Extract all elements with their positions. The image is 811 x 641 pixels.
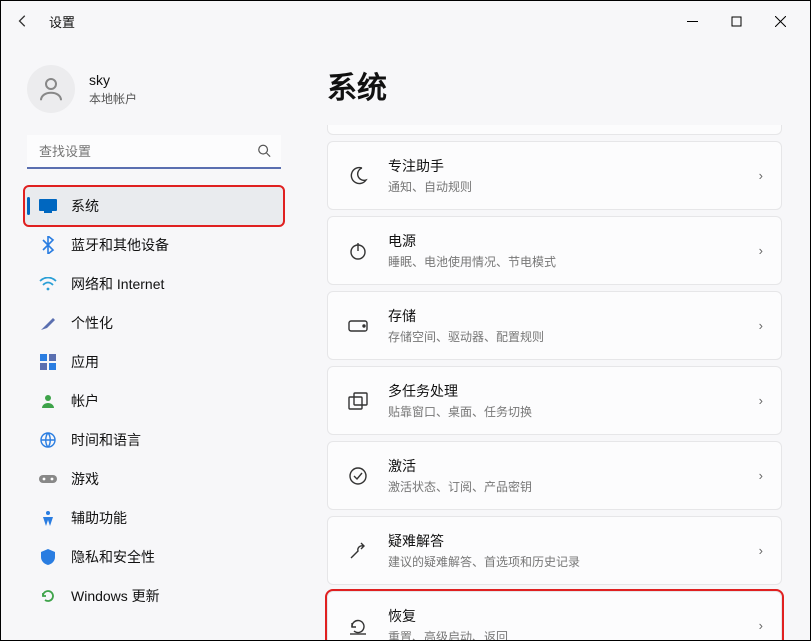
account-icon: [39, 392, 57, 410]
chevron-right-icon: ›: [759, 543, 763, 558]
chevron-right-icon: ›: [759, 168, 763, 183]
sidebar-item-apps[interactable]: 应用: [25, 343, 283, 381]
close-button[interactable]: [758, 6, 802, 36]
card-sub: 贴靠窗口、桌面、任务切换: [388, 403, 741, 420]
sidebar-item-accounts[interactable]: 帐户: [25, 382, 283, 420]
card-recovery[interactable]: 恢复 重置、高级启动、返回 ›: [327, 591, 782, 640]
card-title: 恢复: [388, 606, 741, 626]
sidebar: sky 本地帐户 系统 蓝牙和其他设: [1, 41, 291, 640]
nav-list: 系统 蓝牙和其他设备 网络和 Internet 个性化: [21, 187, 287, 615]
sidebar-item-gaming[interactable]: 游戏: [25, 460, 283, 498]
globe-icon: [39, 431, 57, 449]
profile-name: sky: [89, 72, 137, 88]
card-focus-assist[interactable]: 专注助手 通知、自动规则 ›: [327, 141, 782, 210]
sidebar-item-bluetooth[interactable]: 蓝牙和其他设备: [25, 226, 283, 264]
page-title: 系统: [327, 63, 782, 107]
card-title: 激活: [388, 456, 741, 476]
sidebar-item-label: 蓝牙和其他设备: [71, 235, 169, 255]
chevron-right-icon: ›: [759, 318, 763, 333]
search-box[interactable]: [27, 135, 281, 169]
card-title: 存储: [388, 306, 741, 326]
search-icon: [257, 144, 271, 161]
power-icon: [346, 239, 370, 263]
check-circle-icon: [346, 464, 370, 488]
card-title: 多任务处理: [388, 381, 741, 401]
sidebar-item-label: 系统: [71, 196, 99, 216]
update-icon: [39, 587, 57, 605]
sidebar-item-label: 网络和 Internet: [71, 274, 164, 294]
sidebar-item-network[interactable]: 网络和 Internet: [25, 265, 283, 303]
wrench-icon: [346, 539, 370, 563]
sidebar-item-accessibility[interactable]: 辅助功能: [25, 499, 283, 537]
apps-icon: [39, 353, 57, 371]
window-controls: [670, 6, 802, 36]
minimize-button[interactable]: [670, 6, 714, 36]
sidebar-item-label: 帐户: [71, 391, 99, 411]
card-sub: 睡眠、电池使用情况、节电模式: [388, 253, 741, 270]
bluetooth-icon: [39, 236, 57, 254]
sidebar-item-label: 应用: [71, 352, 99, 372]
wifi-icon: [39, 275, 57, 293]
card-sub: 激活状态、订阅、产品密钥: [388, 478, 741, 495]
search-input[interactable]: [27, 135, 281, 169]
profile-text: sky 本地帐户: [89, 72, 137, 107]
moon-icon: [346, 164, 370, 188]
multitask-icon: [346, 389, 370, 413]
sidebar-item-time-language[interactable]: 时间和语言: [25, 421, 283, 459]
chevron-right-icon: ›: [759, 618, 763, 633]
card-multitask[interactable]: 多任务处理 贴靠窗口、桌面、任务切换 ›: [327, 366, 782, 435]
profile-block[interactable]: sky 本地帐户: [21, 65, 287, 113]
sidebar-item-label: 隐私和安全性: [71, 547, 155, 567]
card-title: 专注助手: [388, 156, 741, 176]
gamepad-icon: [39, 470, 57, 488]
card-sub: 重置、高级启动、返回: [388, 628, 741, 640]
sidebar-item-label: 时间和语言: [71, 430, 141, 450]
avatar: [27, 65, 75, 113]
storage-icon: [346, 314, 370, 338]
recovery-icon: [346, 614, 370, 638]
card-troubleshoot[interactable]: 疑难解答 建议的疑难解答、首选项和历史记录 ›: [327, 516, 782, 585]
sidebar-item-label: Windows 更新: [71, 586, 160, 606]
card-partial-above: [327, 125, 782, 135]
chevron-right-icon: ›: [759, 243, 763, 258]
card-sub: 通知、自动规则: [388, 178, 741, 195]
titlebar: 设置: [1, 1, 810, 41]
sidebar-item-privacy[interactable]: 隐私和安全性: [25, 538, 283, 576]
sidebar-item-system[interactable]: 系统: [25, 187, 283, 225]
brush-icon: [39, 314, 57, 332]
maximize-button[interactable]: [714, 6, 758, 36]
system-icon: [39, 197, 57, 215]
card-sub: 建议的疑难解答、首选项和历史记录: [388, 553, 741, 570]
card-sub: 存储空间、驱动器、配置规则: [388, 328, 741, 345]
shield-icon: [39, 548, 57, 566]
main-content: 系统 专注助手 通知、自动规则 › 电源 睡眠、电池使用情况、节: [291, 41, 810, 640]
cards-list: 专注助手 通知、自动规则 › 电源 睡眠、电池使用情况、节电模式 ›: [327, 141, 782, 640]
chevron-right-icon: ›: [759, 468, 763, 483]
sidebar-item-label: 个性化: [71, 313, 113, 333]
sidebar-item-personalization[interactable]: 个性化: [25, 304, 283, 342]
card-activation[interactable]: 激活 激活状态、订阅、产品密钥 ›: [327, 441, 782, 510]
card-title: 疑难解答: [388, 531, 741, 551]
card-title: 电源: [388, 231, 741, 251]
chevron-right-icon: ›: [759, 393, 763, 408]
sidebar-item-windows-update[interactable]: Windows 更新: [25, 577, 283, 615]
back-button[interactable]: [9, 7, 37, 35]
card-power[interactable]: 电源 睡眠、电池使用情况、节电模式 ›: [327, 216, 782, 285]
sidebar-item-label: 游戏: [71, 469, 99, 489]
sidebar-item-label: 辅助功能: [71, 508, 127, 528]
card-storage[interactable]: 存储 存储空间、驱动器、配置规则 ›: [327, 291, 782, 360]
profile-account-type: 本地帐户: [89, 90, 137, 107]
app-title: 设置: [49, 12, 75, 31]
accessibility-icon: [39, 509, 57, 527]
